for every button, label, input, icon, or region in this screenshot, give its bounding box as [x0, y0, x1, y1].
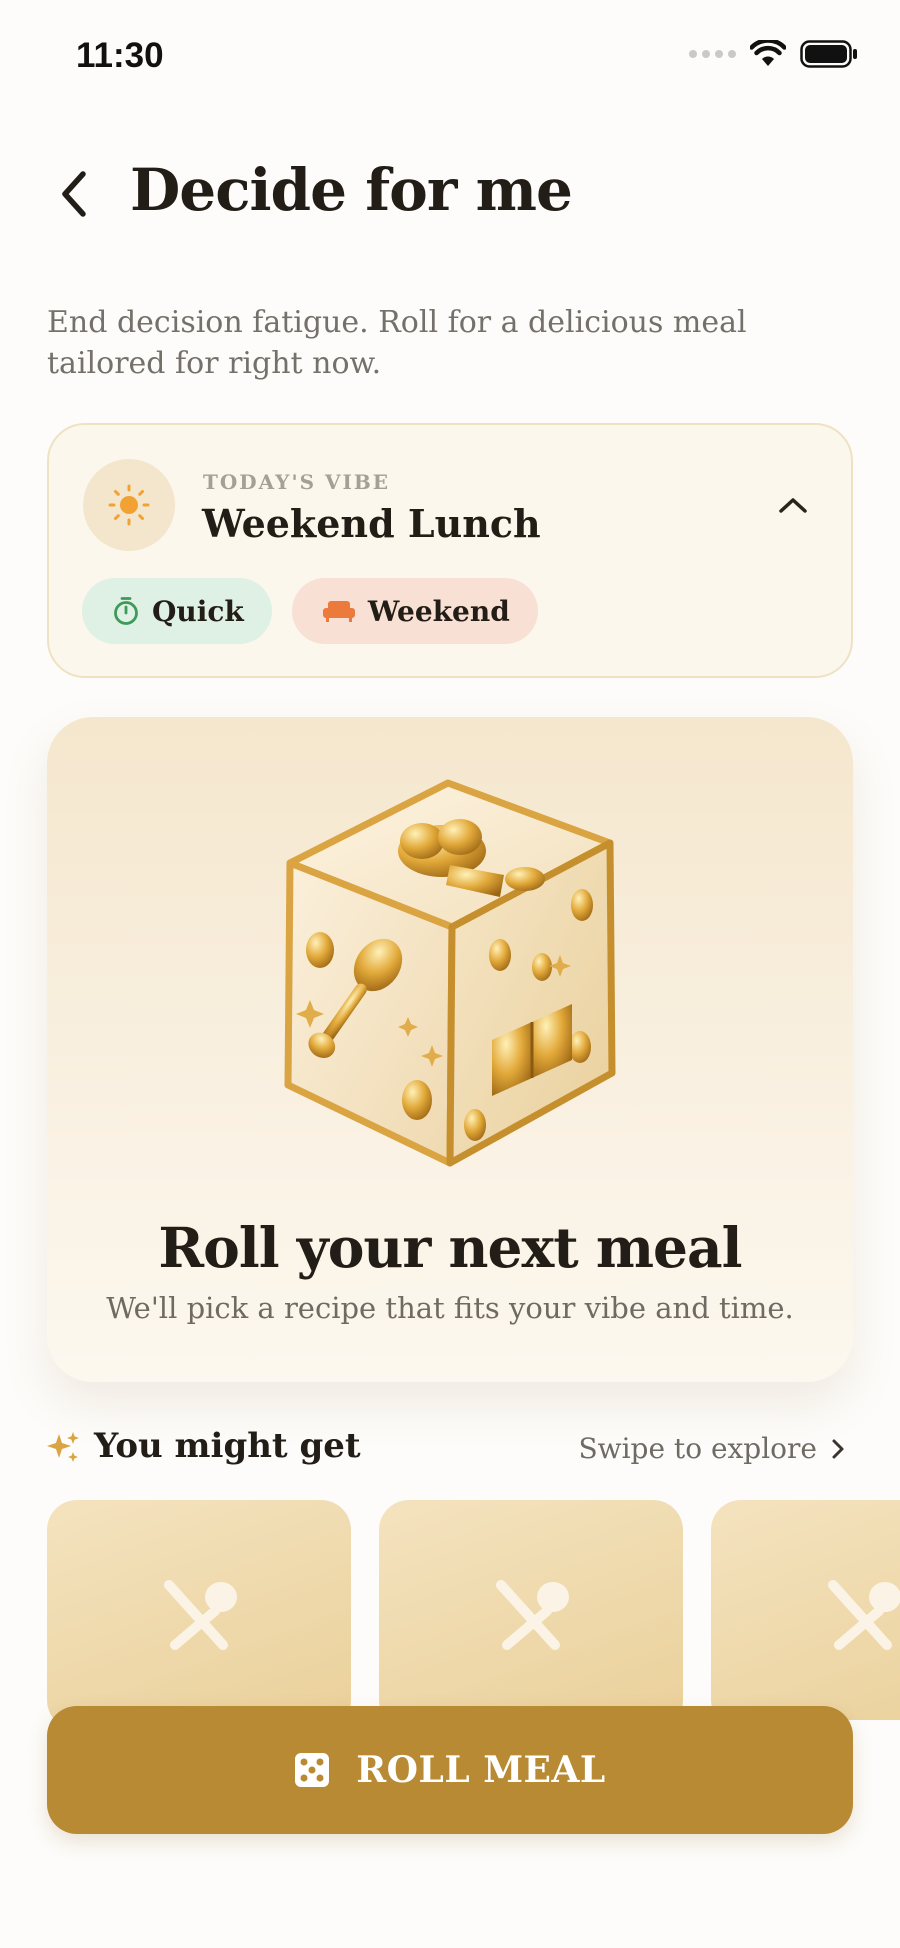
chip-quick-label: Quick [152, 594, 244, 628]
status-icons [689, 40, 858, 68]
golden-dice-illustration [284, 779, 616, 1167]
utensils-icon [164, 1580, 237, 1650]
suggestion-card[interactable] [711, 1500, 900, 1720]
back-button[interactable] [50, 166, 98, 222]
suggestions-title: You might get [94, 1426, 361, 1466]
intro-text: End decision fatigue. Roll for a delicio… [47, 305, 747, 381]
sun-icon [108, 484, 150, 526]
chevron-left-icon [62, 171, 86, 217]
roll-meal-button[interactable]: ROLL MEAL [47, 1706, 853, 1834]
dice-icon [295, 1753, 330, 1787]
page-title: Decide for me [130, 156, 573, 224]
wifi-icon [750, 40, 786, 66]
status-bar: 11:30 [0, 0, 900, 110]
utensils-icon [496, 1580, 569, 1650]
sun-badge [83, 459, 175, 551]
battery-icon [800, 40, 857, 68]
vibe-card: TODAY'S VIBE Weekend Lunch Quick Weekend [47, 423, 853, 678]
swipe-to-explore-link[interactable]: Swipe to explore [578, 1432, 845, 1465]
hero-subtitle: We'll pick a recipe that fits your vibe … [106, 1291, 794, 1325]
suggestion-card[interactable] [47, 1500, 351, 1720]
chevron-up-icon [779, 498, 807, 513]
vibe-chips: Quick Weekend [82, 578, 538, 644]
status-time: 11:30 [76, 36, 164, 75]
chip-weekend[interactable]: Weekend [291, 578, 538, 644]
chip-weekend-label: Weekend [367, 594, 510, 628]
vibe-eyebrow: TODAY'S VIBE [203, 470, 390, 494]
sparkle-icon [47, 1432, 79, 1462]
vibe-collapse-button[interactable] [773, 485, 813, 525]
swipe-label: Swipe to explore [578, 1432, 817, 1465]
utensils-icon [828, 1580, 900, 1650]
roll-hero-card[interactable]: Roll your next meal We'll pick a recipe … [47, 717, 853, 1382]
suggestion-card[interactable] [379, 1500, 683, 1720]
chevron-right-icon [832, 1439, 844, 1458]
cellular-signal-icon [689, 50, 736, 58]
chip-quick[interactable]: Quick [82, 578, 272, 644]
suggestion-carousel[interactable] [47, 1500, 900, 1720]
vibe-title: Weekend Lunch [202, 501, 541, 546]
header: Decide for me [0, 150, 900, 240]
hero-title: Roll your next meal [158, 1215, 742, 1280]
roll-meal-label: ROLL MEAL [356, 1749, 606, 1791]
suggestions-header: You might get Swipe to explore [47, 1422, 853, 1474]
couch-icon [322, 601, 355, 622]
timer-icon [114, 597, 138, 625]
